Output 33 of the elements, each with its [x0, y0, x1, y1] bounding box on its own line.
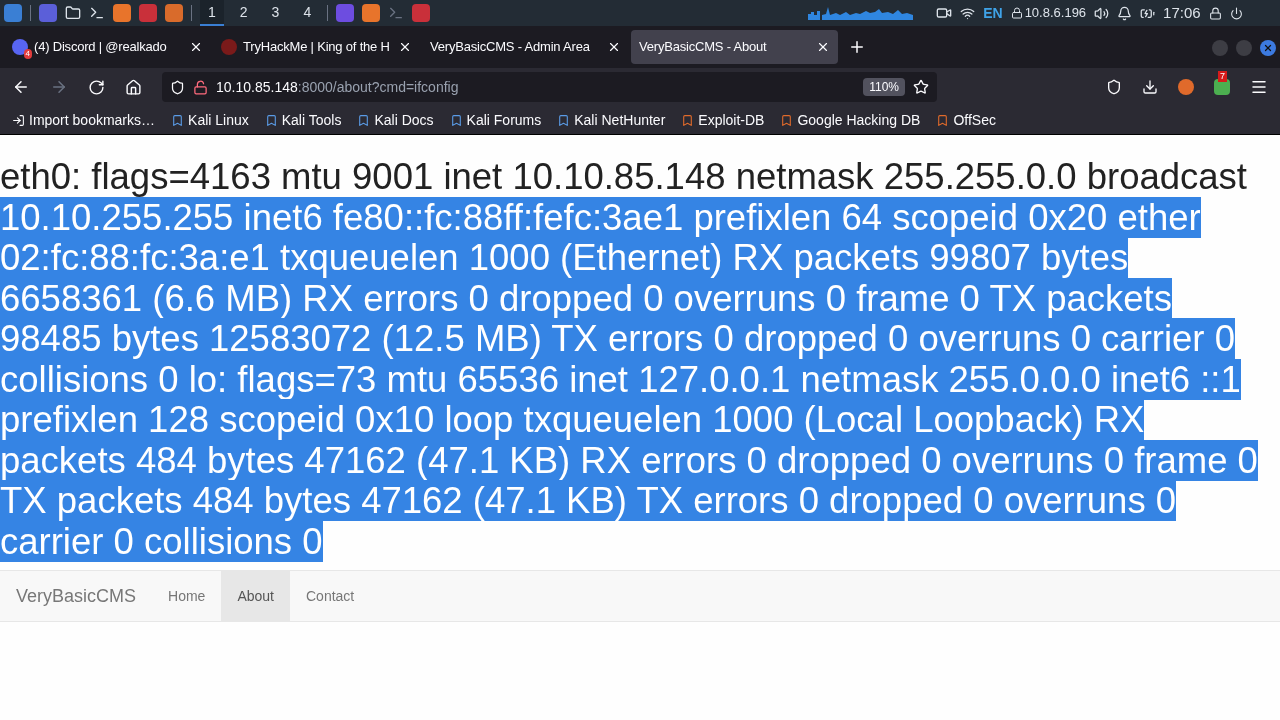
language-indicator[interactable]: EN	[983, 2, 1003, 24]
bookmark-item[interactable]: Kali Linux	[171, 109, 249, 131]
tab-title: VeryBasicCMS - About	[639, 38, 768, 57]
bookmark-item[interactable]: Kali Docs	[357, 109, 434, 131]
bookmark-item[interactable]: OffSec	[936, 109, 996, 131]
workspace-button[interactable]: 2	[231, 0, 256, 26]
url-text: 10.10.85.148:8000/about?cmd=ifconfig	[216, 77, 460, 97]
nav-link[interactable]: Home	[152, 571, 222, 621]
browser-tab[interactable]: TryHackMe | King of the H	[213, 30, 420, 64]
bookmark-item[interactable]: Kali Forums	[449, 109, 542, 131]
address-field[interactable]: 10.10.85.148:8000/about?cmd=ifconfig 110%	[162, 72, 937, 102]
tab-title: TryHackMe | King of the H	[243, 38, 391, 57]
workspace-button[interactable]: 1	[200, 0, 224, 26]
bookmark-item[interactable]: Google Hacking DB	[780, 109, 921, 131]
workspace-button[interactable]: 4	[295, 0, 320, 26]
bookmark-item[interactable]: Kali NetHunter	[557, 109, 666, 131]
notification-badge: 4	[23, 49, 32, 59]
workspace-button[interactable]: 3	[263, 0, 288, 26]
bookmark-item[interactable]: Import bookmarks…	[12, 109, 156, 131]
nav-link[interactable]: About	[221, 571, 290, 621]
vpn-indicator[interactable]: 10.8.6.196	[1010, 3, 1087, 23]
zoom-level[interactable]: 110%	[863, 78, 905, 96]
browser-tab[interactable]: VeryBasicCMS - Admin Area	[422, 30, 629, 64]
bookmark-item[interactable]: Kali Tools	[264, 109, 342, 131]
tab-title: VeryBasicCMS - Admin Area	[430, 38, 591, 57]
tab-title: (4) Discord | @realkado	[34, 38, 168, 57]
nav-link[interactable]: Contact	[290, 571, 371, 621]
bookmark-item[interactable]: Exploit-DB	[681, 109, 765, 131]
notification-badge: 7	[1218, 71, 1227, 82]
browser-tab[interactable]: 4 (4) Discord | @realkado	[4, 30, 211, 64]
clock: 17:06	[1163, 2, 1201, 23]
browser-tab[interactable]: VeryBasicCMS - About	[631, 30, 838, 64]
brand-link[interactable]: VeryBasicCMS	[16, 571, 153, 621]
